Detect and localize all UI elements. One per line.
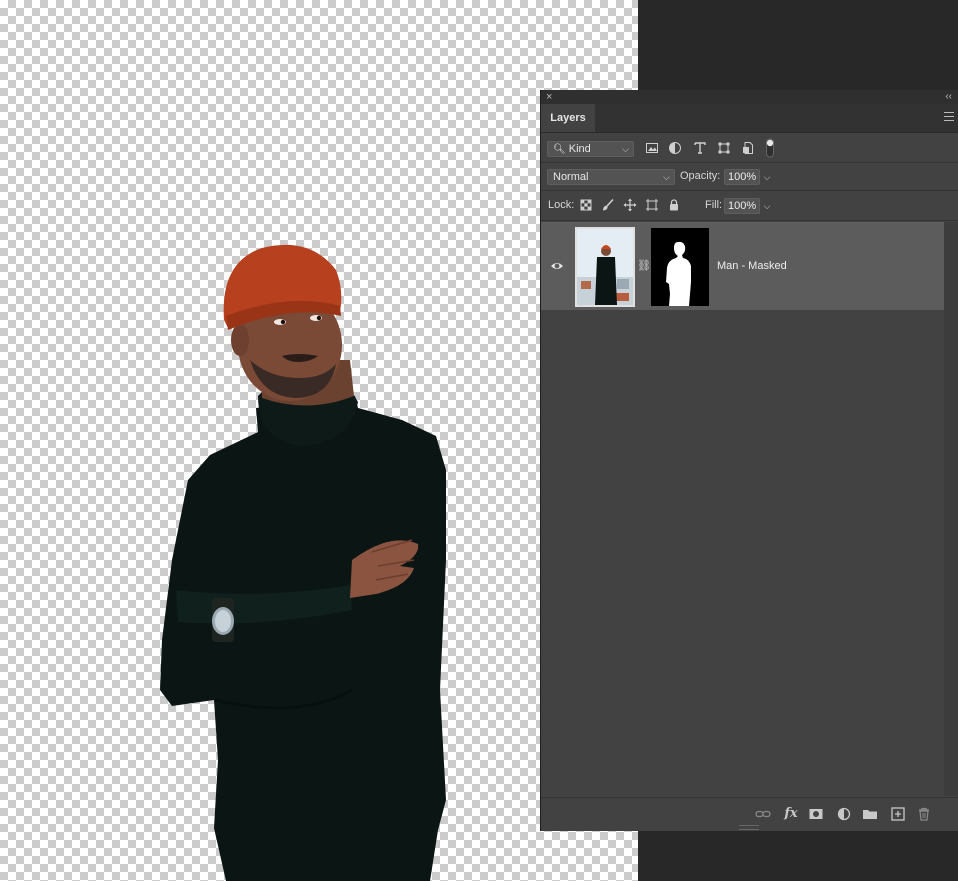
layer-thumbnail[interactable] (575, 227, 635, 307)
close-icon[interactable]: × (546, 90, 552, 104)
filter-toggle-icon[interactable] (763, 138, 777, 158)
opacity-field[interactable]: 100% (724, 169, 760, 185)
shape-filter-icon[interactable] (717, 141, 731, 155)
type-filter-icon[interactable] (693, 141, 707, 155)
chain-link-icon[interactable]: ⛓ (637, 258, 651, 274)
lock-position-icon[interactable] (623, 198, 637, 212)
lock-image-pixels-icon[interactable] (601, 198, 615, 212)
fx-icon[interactable]: fx (782, 805, 800, 823)
lock-artboard-icon[interactable] (645, 198, 659, 212)
panel-title-bar[interactable]: × ‹‹ (541, 90, 958, 104)
panel-resize-grip[interactable] (739, 825, 759, 830)
add-mask-icon[interactable] (807, 805, 825, 823)
panel-menu-icon[interactable] (944, 112, 954, 121)
collapse-icon[interactable]: ‹‹ (945, 90, 952, 104)
chevron-down-icon: ⌵ (663, 172, 670, 182)
mask-silhouette (666, 241, 691, 306)
tab-layers[interactable]: Layers (541, 104, 595, 132)
opacity-label: Opacity: (680, 170, 721, 182)
blend-mode-dropdown[interactable]: Normal ⌵ (547, 169, 675, 185)
layer-row-man-masked[interactable]: ⛓ Man - Masked (541, 222, 944, 310)
lock-transparent-pixels-icon[interactable] (579, 198, 593, 212)
new-layer-icon[interactable] (889, 805, 907, 823)
new-group-icon[interactable] (861, 805, 879, 823)
lock-label: Lock: (548, 199, 575, 211)
layer-filter-row: 🔍︎ Kind ⌵ (541, 133, 958, 163)
panel-tab-bar: Layers (541, 104, 958, 133)
lock-all-icon[interactable] (667, 198, 681, 212)
blend-mode-value: Normal (553, 171, 589, 183)
blend-row: Normal ⌵ Opacity: 100% ⌵ (541, 163, 958, 191)
fill-chevron-icon[interactable]: ⌵ (760, 198, 774, 214)
layer-thumbnail-image (577, 229, 633, 305)
chevron-down-icon: ⌵ (622, 144, 629, 154)
fill-label: Fill: (705, 199, 723, 211)
search-icon: 🔍︎ (553, 144, 566, 155)
image-filter-icon[interactable] (645, 141, 659, 155)
layers-panel: × ‹‹ Layers 🔍︎ Kind ⌵ Normal ⌵ Opacity: … (540, 90, 958, 831)
layer-mask-thumbnail[interactable] (651, 228, 709, 306)
fill-field[interactable]: 100% (724, 198, 760, 214)
filter-kind-dropdown[interactable]: 🔍︎ Kind ⌵ (547, 141, 634, 157)
link-layers-icon[interactable] (754, 805, 772, 823)
filter-kind-label: Kind (568, 143, 591, 155)
smart-object-filter-icon[interactable] (741, 141, 755, 155)
eye-visibility-icon[interactable] (550, 259, 564, 273)
new-adjustment-icon[interactable] (835, 805, 853, 823)
adjustment-filter-icon[interactable] (668, 141, 682, 155)
layer-name[interactable]: Man - Masked (717, 258, 787, 274)
delete-layer-icon[interactable] (915, 805, 933, 823)
opacity-chevron-icon[interactable]: ⌵ (760, 169, 774, 185)
layers-panel-footer: fx (541, 797, 958, 831)
lock-row: Lock: Fill: 100% ⌵ (541, 191, 958, 221)
layers-scrollbar[interactable] (944, 222, 958, 796)
